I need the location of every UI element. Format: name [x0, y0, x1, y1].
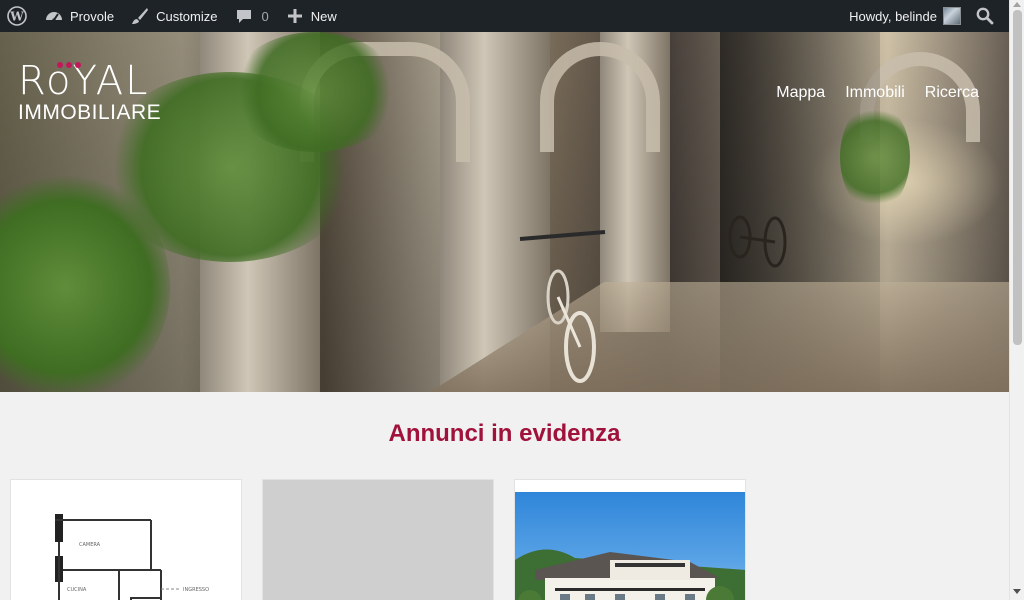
howdy-label: Howdy, belinde — [849, 8, 937, 24]
plan-label: INGRESSO — [183, 587, 209, 593]
customize-button[interactable]: Customize — [122, 0, 225, 32]
plan-label: CUCINA — [67, 587, 87, 593]
site-name-label: Provole — [70, 8, 115, 24]
site-name-menu[interactable]: Provole — [36, 0, 122, 32]
logo-sub-text: IMMOBILIARE — [18, 101, 162, 124]
customize-label: Customize — [156, 8, 218, 24]
plan-label: CAMERA — [79, 542, 101, 548]
dashboard-icon — [44, 6, 64, 26]
hero-foliage — [230, 32, 400, 152]
page-scrollbar[interactable] — [1009, 0, 1024, 600]
wordpress-logo-button[interactable]: W — [0, 0, 36, 32]
bicycle-image — [519, 230, 606, 383]
scroll-up-arrow-icon[interactable] — [1013, 2, 1021, 7]
site-logo[interactable]: RoYAL IMMOBILIARE — [18, 60, 161, 124]
image-placeholder — [263, 480, 493, 600]
admin-bar: W Provole Customize 0 New Howdy, belinde — [0, 0, 1009, 32]
comment-icon — [234, 6, 254, 26]
search-icon — [975, 6, 995, 26]
bicycle-image — [728, 215, 787, 268]
comments-button[interactable]: 0 — [226, 0, 277, 32]
my-account-menu[interactable]: Howdy, belinde — [841, 0, 969, 32]
nav-item-immobili[interactable]: Immobili — [845, 84, 905, 102]
floor-plan-image: CAMERA CUCINA INGRESSO — [55, 514, 209, 600]
scroll-thumb[interactable] — [1013, 10, 1022, 345]
logo-dots — [57, 62, 81, 68]
listing-card[interactable] — [262, 479, 494, 600]
avatar — [943, 7, 961, 25]
hero-banner: RoYAL IMMOBILIARE Mappa Immobili Ricerca — [0, 32, 1009, 392]
listing-card[interactable]: CAMERA CUCINA INGRESSO — [10, 479, 242, 600]
listing-card[interactable] — [514, 479, 746, 600]
new-content-button[interactable]: New — [277, 0, 345, 32]
featured-title: Annunci in evidenza — [388, 420, 621, 447]
nav-item-mappa[interactable]: Mappa — [776, 84, 825, 102]
main-navigation: Mappa Immobili Ricerca — [776, 84, 979, 102]
brush-icon — [130, 6, 150, 26]
comments-count: 0 — [261, 8, 269, 24]
nav-item-ricerca[interactable]: Ricerca — [925, 84, 979, 102]
svg-text:W: W — [9, 10, 24, 24]
new-label: New — [310, 8, 337, 24]
house-illustration — [515, 549, 745, 600]
hero-foliage — [840, 102, 910, 212]
wordpress-icon: W — [7, 6, 27, 26]
house-photo — [515, 492, 745, 600]
plus-icon — [285, 6, 305, 26]
hero-arch — [540, 42, 660, 152]
logo-main-text: RoYAL — [18, 58, 150, 104]
scroll-down-arrow-icon[interactable] — [1013, 589, 1021, 594]
search-button[interactable] — [969, 0, 1009, 32]
